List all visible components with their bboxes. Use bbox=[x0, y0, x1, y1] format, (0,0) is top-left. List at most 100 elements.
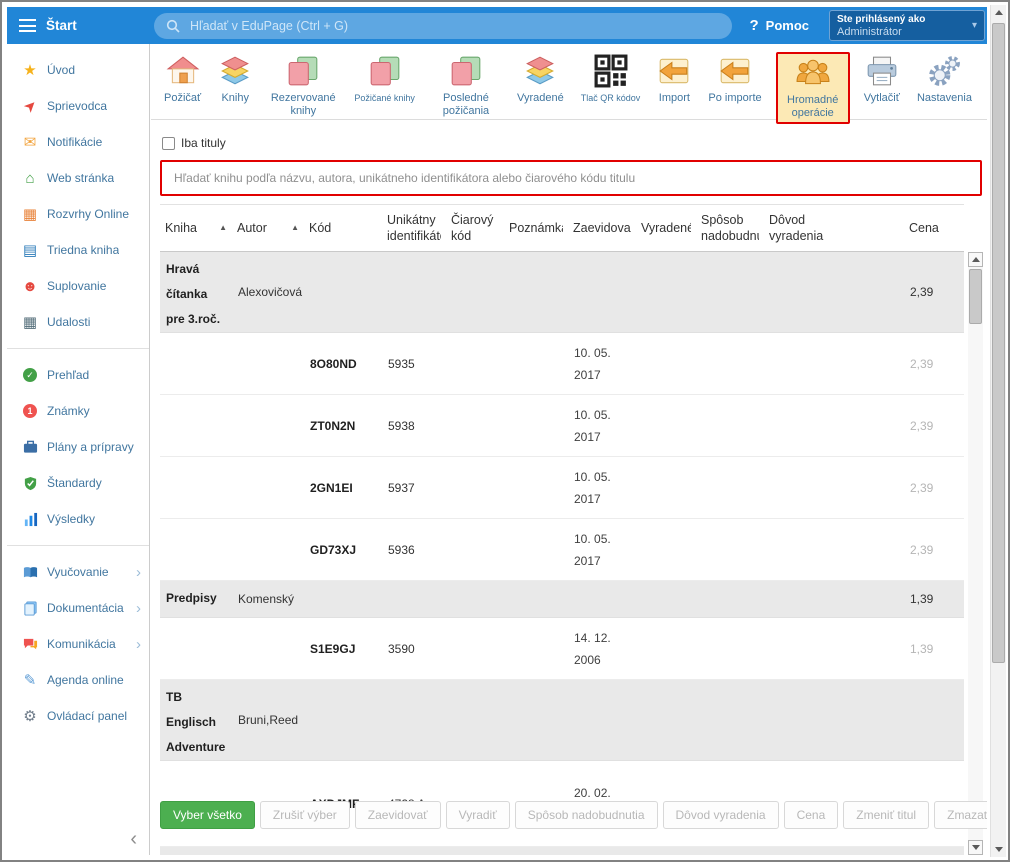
action-zaevidovat[interactable]: Zaevidovať bbox=[355, 801, 441, 829]
table-title-row[interactable]: .Prekážka vHolka0.5 bbox=[160, 847, 964, 855]
sidebar-item-ovladaci-panel[interactable]: ⚙Ovládací panel bbox=[7, 698, 149, 734]
sidebar-item-rozvrhy-online[interactable]: ▦Rozvrhy Online bbox=[7, 196, 149, 232]
column-header-ciarovy-kod[interactable]: Čiarový kód bbox=[446, 205, 504, 251]
toolbar-item-tlac-qr-kodov[interactable]: Tlač QR kódov bbox=[578, 52, 644, 107]
table-scrollbar[interactable] bbox=[968, 252, 983, 855]
scroll-up-icon[interactable] bbox=[991, 5, 1006, 20]
pages-icon bbox=[368, 54, 402, 88]
search-icon bbox=[166, 19, 180, 33]
user-menu[interactable]: Ste prihlásený ako Administrátor ▾ bbox=[829, 10, 985, 41]
global-search-input[interactable] bbox=[188, 18, 720, 34]
scroll-down-icon[interactable] bbox=[991, 842, 1006, 857]
table-title-row[interactable]: TB Englisch AdventureBruni,Reed bbox=[160, 680, 964, 761]
sidebar-item-plany-a-pripravy[interactable]: Plány a prípravy bbox=[7, 429, 149, 465]
cell-unikatny-identifikator: 3590 bbox=[382, 642, 446, 656]
scroll-up-icon[interactable] bbox=[968, 252, 983, 267]
cell-kniha: Predpisy bbox=[160, 581, 232, 611]
toolbar-item-po-importe[interactable]: Po importe bbox=[705, 52, 764, 107]
sidebar-item-triedna-kniha[interactable]: ▤Triedna kniha bbox=[7, 232, 149, 268]
question-mark-icon: ? bbox=[749, 17, 758, 34]
only-titles-checkbox[interactable] bbox=[162, 137, 175, 150]
sidebar-item-vysledky[interactable]: Výsledky bbox=[7, 501, 149, 537]
table-item-row[interactable]: ZT0N2N593810. 05. 20172,39 bbox=[160, 395, 964, 457]
action-zmazat[interactable]: Zmazať bbox=[934, 801, 987, 829]
topbar: Štart ? Pomoc Ste prihlásený ako Adminis… bbox=[7, 7, 987, 44]
book-search-input[interactable] bbox=[162, 171, 980, 185]
star-icon: ★ bbox=[20, 61, 40, 79]
table-title-row[interactable]: Hravá čítanka pre 3.roč.Alexovičová2,39 bbox=[160, 252, 964, 333]
sidebar-item-sprievodca[interactable]: ➤Sprievodca bbox=[7, 88, 149, 124]
rocket-icon: ➤ bbox=[20, 97, 40, 115]
table-title-row[interactable]: PredpisyKomenský1,39 bbox=[160, 581, 964, 618]
column-header-kod[interactable]: Kód bbox=[304, 205, 382, 251]
sidebar-item-uvod[interactable]: ★ Úvod bbox=[7, 52, 149, 88]
toolbar-item-pozicane-knihy[interactable]: Požičané knihy bbox=[351, 52, 418, 107]
action-zmenit-titul[interactable]: Zmeniť titul bbox=[843, 801, 929, 829]
sidebar-item-label: Úvod bbox=[47, 63, 75, 77]
sidebar-item-agenda-online[interactable]: ✎Agenda online bbox=[7, 662, 149, 698]
table-item-row[interactable]: S1E9GJ359014. 12. 20061,39 bbox=[160, 618, 964, 680]
cell-kod: S1E9GJ bbox=[304, 642, 382, 656]
page-scrollbar-thumb[interactable] bbox=[992, 23, 1005, 663]
help-button[interactable]: ? Pomoc bbox=[749, 17, 809, 34]
column-header-cena[interactable]: Cena bbox=[904, 205, 964, 251]
toolbar-item-posledne-pozicania[interactable]: Posledné požičania bbox=[429, 52, 503, 120]
cell-zaevidovane: 14. 12. 2006 bbox=[568, 627, 636, 671]
column-header-kniha[interactable]: Kniha▲ bbox=[160, 205, 232, 251]
sidebar-item-label: Web stránka bbox=[47, 171, 114, 185]
toolbar-item-knihy[interactable]: Knihy bbox=[215, 52, 255, 107]
sidebar-item-standardy[interactable]: Štandardy bbox=[7, 465, 149, 501]
page-scrollbar[interactable] bbox=[990, 5, 1006, 857]
qr-code-icon bbox=[594, 54, 628, 88]
action-zrusit-vyber[interactable]: Zrušiť výber bbox=[260, 801, 350, 829]
toolbar-item-nastavenia[interactable]: Nastavenia bbox=[914, 52, 975, 107]
book-search-box[interactable] bbox=[160, 160, 982, 196]
column-header-zaevidovane[interactable]: Zaevidované bbox=[568, 205, 636, 251]
cell-kod: ZT0N2N bbox=[304, 419, 382, 433]
sidebar-item-prehlad[interactable]: ✓Prehľad bbox=[7, 357, 149, 393]
hamburger-icon[interactable] bbox=[19, 19, 36, 32]
only-titles-option[interactable]: Iba tituly bbox=[162, 136, 983, 150]
table-item-row[interactable]: 8O80ND593510. 05. 20172,39 bbox=[160, 333, 964, 395]
column-header-sposob-nadobudnutia[interactable]: Spôsob nadobudnutia bbox=[696, 205, 764, 251]
table-item-row[interactable]: 2GN1EI593710. 05. 20172,39 bbox=[160, 457, 964, 519]
sidebar-item-web-stranka[interactable]: ⌂ Web stránka bbox=[7, 160, 149, 196]
sidebar-item-komunikacia[interactable]: Komunikácia› bbox=[7, 626, 149, 662]
column-header-autor[interactable]: Autor▲ bbox=[232, 205, 304, 251]
action-sposob-nadobudnutia[interactable]: Spôsob nadobudnutia bbox=[515, 801, 658, 829]
action-vyradit[interactable]: Vyradiť bbox=[446, 801, 510, 829]
check-circle-icon: ✓ bbox=[20, 366, 40, 384]
action-dovod-vyradenia[interactable]: Dôvod vyradenia bbox=[663, 801, 779, 829]
sidebar-item-dokumentacia[interactable]: Dokumentácia› bbox=[7, 590, 149, 626]
sort-asc-icon[interactable]: ▲ bbox=[219, 220, 227, 236]
global-search[interactable] bbox=[154, 13, 732, 39]
toolbar-item-vytlacit[interactable]: Vytlačiť bbox=[861, 52, 903, 107]
column-header-label: Vyradené bbox=[641, 220, 691, 236]
column-header-unikatny-identifikator[interactable]: Unikátny identifikátor bbox=[382, 205, 446, 251]
sidebar-item-vyucovanie[interactable]: Vyučovanie› bbox=[7, 554, 149, 590]
toolbar-item-import[interactable]: Import bbox=[654, 52, 694, 107]
sidebar-item-znamky[interactable]: 1Známky bbox=[7, 393, 149, 429]
column-header-dovod-vyradenia[interactable]: Dôvod vyradenia bbox=[764, 205, 830, 251]
library-toolbar: Požičať Knihy Rezervované knihyPožičané kn… bbox=[151, 44, 987, 120]
sort-asc-icon[interactable]: ▲ bbox=[291, 220, 299, 236]
action-cena[interactable]: Cena bbox=[784, 801, 839, 829]
toolbar-item-pozicat[interactable]: Požičať bbox=[161, 52, 204, 107]
cell-autor: Holka bbox=[232, 847, 304, 855]
action-vyber-vsetko[interactable]: Vyber všetko bbox=[160, 801, 255, 829]
sidebar-collapse-button[interactable]: ‹ bbox=[130, 829, 137, 849]
column-header-poznamka[interactable]: Poznámka bbox=[504, 205, 568, 251]
toolbar-item-hromadne-operacie[interactable]: Hromadné operácie bbox=[776, 52, 850, 124]
sidebar-item-notifikacie[interactable]: ✉Notifikácie bbox=[7, 124, 149, 160]
sidebar-item-suplovanie[interactable]: ☻Suplovanie bbox=[7, 268, 149, 304]
sidebar-item-udalosti[interactable]: ▦Udalosti bbox=[7, 304, 149, 340]
grid-icon: ▦ bbox=[20, 205, 40, 223]
home-icon: ⌂ bbox=[20, 169, 40, 187]
start-menu-button[interactable]: Štart bbox=[7, 18, 150, 33]
toolbar-item-vyradene[interactable]: Vyradené bbox=[514, 52, 567, 107]
toolbar-item-rezervovane-knihy[interactable]: Rezervované knihy bbox=[266, 52, 340, 120]
table-scrollbar-thumb[interactable] bbox=[969, 269, 982, 324]
column-header-vyradene[interactable]: Vyradené bbox=[636, 205, 696, 251]
scroll-down-icon[interactable] bbox=[968, 840, 983, 855]
table-item-row[interactable]: GD73XJ593610. 05. 20172,39 bbox=[160, 519, 964, 581]
